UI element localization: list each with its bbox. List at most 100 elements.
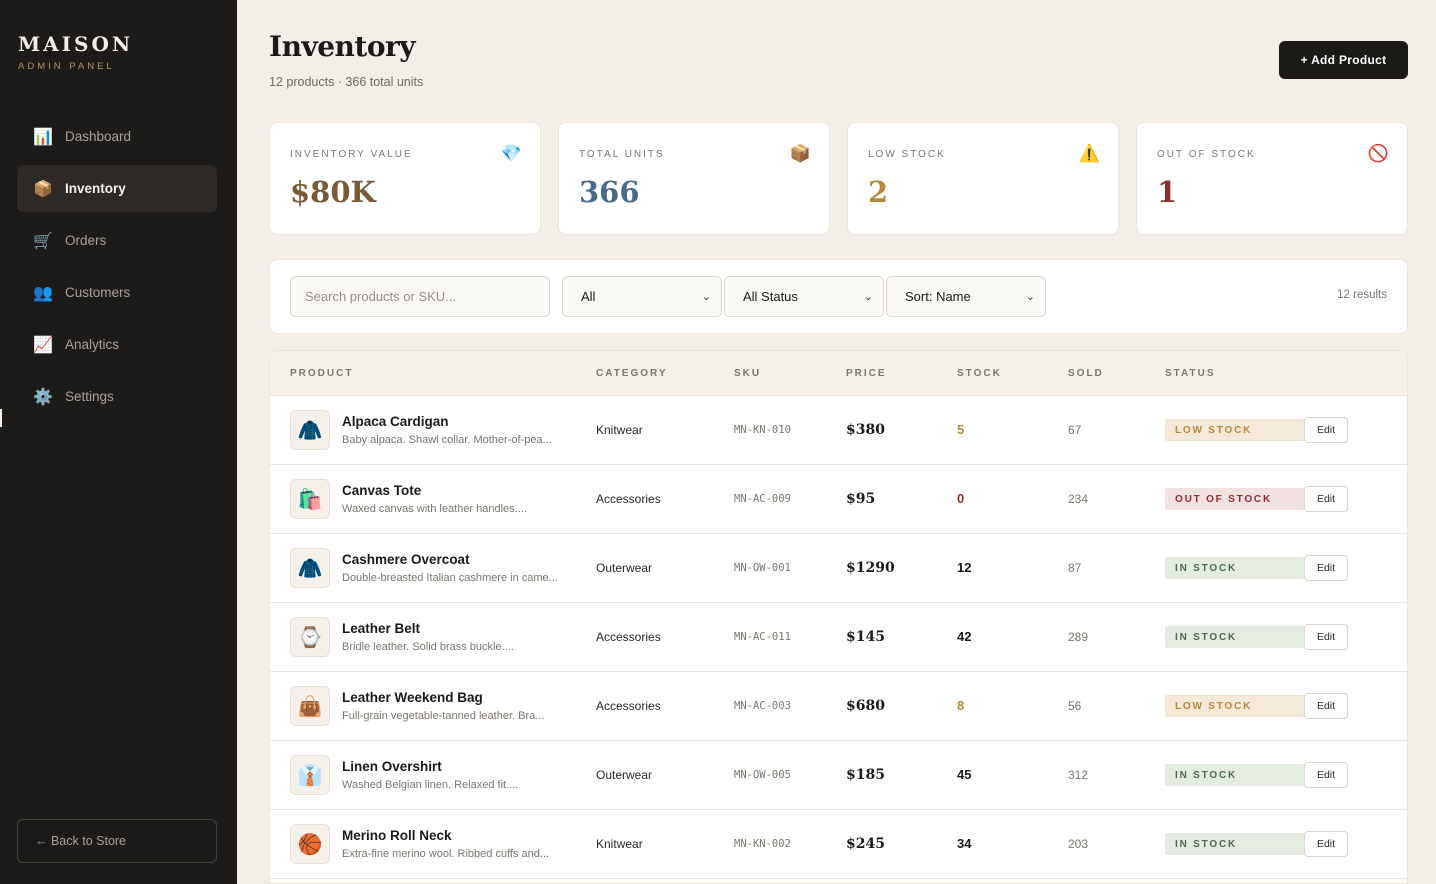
chevron-down-icon: ⌄ <box>701 291 711 303</box>
product-sold: 234 <box>1068 492 1089 506</box>
product-sold: 312 <box>1068 768 1089 782</box>
sidebar-item-settings[interactable]: ⚙️ Settings <box>17 373 217 420</box>
column-header-product: PRODUCT <box>290 368 354 379</box>
product-sku: MN-KN-010 <box>734 424 791 436</box>
sidebar-item-label: Analytics <box>65 337 120 352</box>
product-price: $680 <box>846 698 885 714</box>
status-badge: IN STOCK <box>1165 626 1305 648</box>
product-price: $380 <box>846 422 885 438</box>
table-row: 🧥 Cashmere Overcoat Double-breasted Italia… <box>270 534 1407 603</box>
table-row: 👜 Leather Weekend Bag Full-grain vegetable… <box>270 672 1407 741</box>
sidebar-item-label: Inventory <box>65 181 126 196</box>
product-description: Waxed canvas with leather handles.... <box>342 503 527 515</box>
cart-icon: 🛒 <box>33 232 53 250</box>
edit-button[interactable]: Edit <box>1304 555 1348 581</box>
product-price: $185 <box>846 767 885 783</box>
table-row: 🛍️ Canvas Tote Waxed canvas with leather h… <box>270 465 1407 534</box>
product-category: Accessories <box>596 630 661 644</box>
watch-icon: ⌚ <box>290 617 330 657</box>
handbag-icon: 👜 <box>290 686 330 726</box>
status-select[interactable]: All Status ⌄ <box>724 276 884 317</box>
product-description: Washed Belgian linen. Relaxed fit.... <box>342 779 519 791</box>
sort-select[interactable]: Sort: Name ⌄ <box>886 276 1046 317</box>
sidebar-item-inventory[interactable]: 📦 Inventory <box>17 165 217 212</box>
sidebar-nav: 📊 Dashboard 📦 Inventory 🛒 Orders 👥 Customers 📈 An… <box>17 113 217 425</box>
edit-button[interactable]: Edit <box>1304 624 1348 650</box>
product-name: Merino Roll Neck <box>342 828 452 843</box>
product-stock: 5 <box>957 422 965 437</box>
product-price: $95 <box>846 491 876 507</box>
sidebar-item-dashboard[interactable]: 📊 Dashboard <box>17 113 217 160</box>
category-select[interactable]: All ⌄ <box>562 276 722 317</box>
status-badge: LOW STOCK <box>1165 419 1305 441</box>
product-stock: 8 <box>957 698 965 713</box>
stat-label: TOTAL UNITS <box>579 149 665 160</box>
product-description: Double-breasted Italian cashmere in came… <box>342 572 558 584</box>
sidebar-item-customers[interactable]: 👥 Customers <box>17 269 217 316</box>
stat-card-inventory-value: INVENTORY VALUE 💎 $80K <box>269 122 541 235</box>
stat-card-low-stock: LOW STOCK ⚠️ 2 <box>847 122 1119 235</box>
status-badge: OUT OF STOCK <box>1165 488 1305 510</box>
category-select-value: All <box>581 289 596 304</box>
product-name: Leather Weekend Bag <box>342 690 483 705</box>
product-sold: 67 <box>1068 423 1082 437</box>
sidebar-item-label: Customers <box>65 285 131 300</box>
search-input[interactable] <box>290 276 550 317</box>
product-category: Accessories <box>596 699 661 713</box>
product-price: $1290 <box>846 560 895 576</box>
sidebar-item-analytics[interactable]: 📈 Analytics <box>17 321 217 368</box>
status-badge: LOW STOCK <box>1165 695 1305 717</box>
stat-value: 2 <box>868 175 889 209</box>
product-sku: MN-OW-005 <box>734 769 791 781</box>
edit-button[interactable]: Edit <box>1304 417 1348 443</box>
product-sold: 203 <box>1068 837 1089 851</box>
stat-label: OUT OF STOCK <box>1157 149 1256 160</box>
stat-value: 1 <box>1157 175 1178 209</box>
table-row: ⌚ Leather Belt Bridle leather. Solid brass… <box>270 603 1407 672</box>
column-header-sku: SKU <box>734 368 762 379</box>
product-name: Leather Belt <box>342 621 421 636</box>
warning-icon: ⚠️ <box>1078 144 1100 163</box>
product-sold: 87 <box>1068 561 1082 575</box>
stat-card-total-units: TOTAL UNITS 📦 366 <box>558 122 830 235</box>
table-header: PRODUCT CATEGORY SKU PRICE STOCK SOLD STATUS <box>270 351 1407 396</box>
product-sku: MN-AC-011 <box>734 631 791 643</box>
product-price: $245 <box>846 836 885 852</box>
edit-button[interactable]: Edit <box>1304 762 1348 788</box>
edit-button[interactable]: Edit <box>1304 486 1348 512</box>
sort-select-value: Sort: Name <box>905 289 971 304</box>
shirt-icon: 👔 <box>290 755 330 795</box>
product-stock: 0 <box>957 491 965 506</box>
stat-label: INVENTORY VALUE <box>290 149 413 160</box>
status-badge: IN STOCK <box>1165 764 1305 786</box>
product-sku: MN-AC-009 <box>734 493 791 505</box>
sidebar-item-label: Settings <box>65 389 114 404</box>
status-select-value: All Status <box>743 289 798 304</box>
product-stock: 12 <box>957 560 972 575</box>
users-icon: 👥 <box>33 284 53 302</box>
sidebar-item-orders[interactable]: 🛒 Orders <box>17 217 217 264</box>
product-name: Canvas Tote <box>342 483 422 498</box>
brand-subtitle: ADMIN PANEL <box>18 61 115 72</box>
edit-button[interactable]: Edit <box>1304 831 1348 857</box>
sidebar-item-label: Dashboard <box>65 129 132 144</box>
product-category: Outerwear <box>596 768 653 782</box>
product-category: Knitwear <box>596 423 643 437</box>
product-name: Cashmere Overcoat <box>342 552 470 567</box>
product-stock: 42 <box>957 629 972 644</box>
product-description: Bridle leather. Solid brass buckle.... <box>342 641 514 653</box>
box-icon: 📦 <box>789 144 811 163</box>
edit-button[interactable]: Edit <box>1304 693 1348 719</box>
product-name: Linen Overshirt <box>342 759 442 774</box>
product-sku: MN-AC-003 <box>734 700 791 712</box>
column-header-sold: SOLD <box>1068 368 1104 379</box>
add-product-button[interactable]: + Add Product <box>1279 41 1408 79</box>
gear-icon: ⚙️ <box>33 388 53 406</box>
sidebar-edge-marker <box>0 409 2 427</box>
back-to-store-button[interactable]: ← Back to Store <box>17 819 217 863</box>
table-row: 🧥 Alpaca Cardigan Baby alpaca. Shawl colla… <box>270 396 1407 465</box>
product-category: Outerwear <box>596 561 653 575</box>
brand-name: MAISON <box>18 32 134 56</box>
table-row: 🏀 Merino Roll Neck Extra-fine merino wool.… <box>270 810 1407 879</box>
sidebar-item-label: Orders <box>65 233 107 248</box>
